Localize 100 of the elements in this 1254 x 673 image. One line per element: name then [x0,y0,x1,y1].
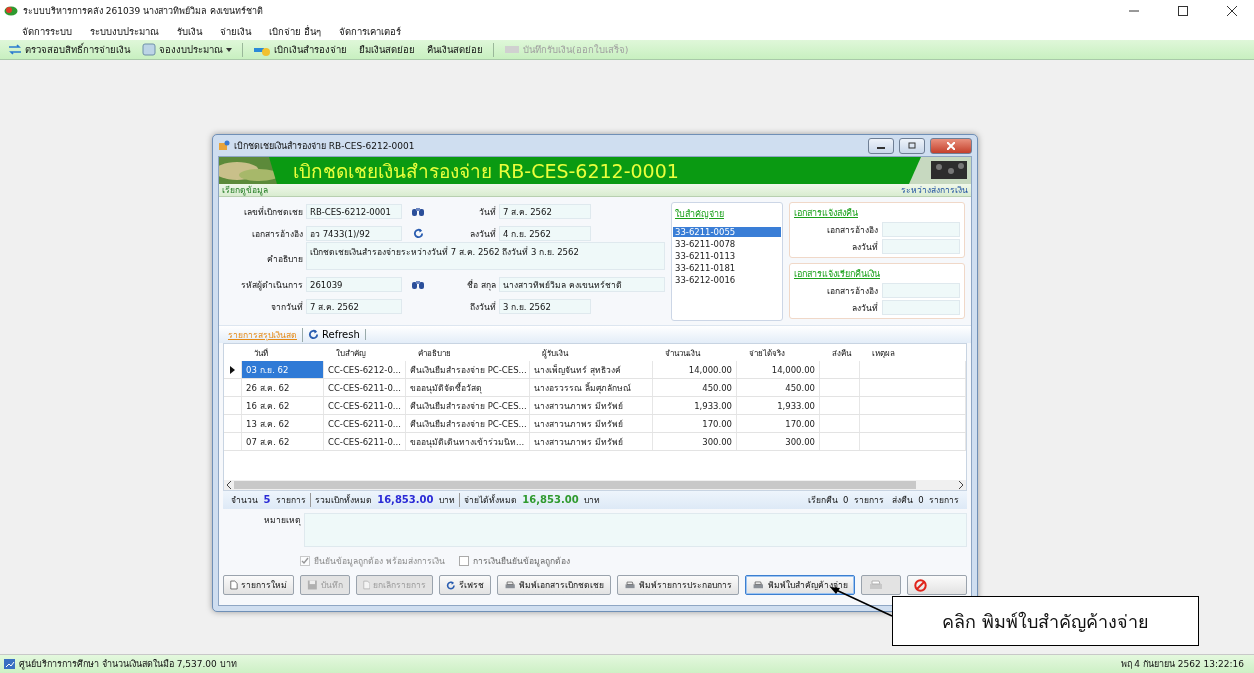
chart-icon [4,659,15,669]
panel-title[interactable]: เอกสารแจ้งเรียกคืนเงิน [794,267,960,281]
refresh-button[interactable]: Refresh [303,329,366,340]
summary-text: รวมเบิกทั้งหมด 16,853.00 บาท [310,493,460,507]
caret-icon [226,47,232,52]
binoculars-icon[interactable] [411,279,425,290]
printer-icon [504,579,517,591]
text-field[interactable]: 4 ก.ย. 2562 [499,226,591,241]
field-label: เอกสารอ้างอิง [826,223,878,237]
action-button[interactable]: พิมพ์ใบสำคัญค้างจ่าย [745,575,855,595]
field-label: ลงวันที่ [851,301,878,315]
list-item[interactable]: 33-6211-0055 [673,227,781,237]
callout-box: คลิก พิมพ์ใบสำคัญค้างจ่าย [892,596,1199,646]
action-button[interactable]: รายการใหม่ [223,575,294,595]
column-header: ส่งคืน [831,348,853,360]
text-field[interactable]: นางสาวทิพย์วิมล คงเขนทร์ชาติ [499,277,665,292]
action-button[interactable]: รีเฟรช [439,575,491,595]
maximize-icon [1178,6,1188,16]
column-header: ใบสำคัญ [335,348,367,360]
scrollbar[interactable] [224,480,966,490]
summary-text: จำนวน 5 รายการ [227,493,311,507]
table-cell: 14,000.00 [653,361,737,378]
table-cell: 1,933.00 [737,397,820,414]
text-field[interactable]: 261039 [306,277,402,292]
refresh-icon [412,228,424,239]
field-label: ลงวันที่ [851,240,878,254]
browse-link[interactable]: เรียกดูข้อมูล [222,183,268,197]
field-label: เลขที่เบิกชดเชย [243,205,303,219]
panel-title[interactable]: ใบสำคัญจ่าย [673,207,781,221]
toolbar-button[interactable]: ยืมเงินสดย่อย [357,42,417,57]
table-cell: 14,000.00 [737,361,820,378]
text-field[interactable]: 3 ก.ย. 2562 [499,299,591,314]
table-cell: CC-CES-6211-0... [324,397,406,414]
document-icon [230,579,238,591]
printer-icon [752,579,765,591]
action-button[interactable]: พิมพ์รายการประกอบการ [617,575,740,595]
form-icon [218,140,230,151]
column-header: วันที่ [253,347,269,360]
text-field[interactable] [882,300,960,315]
table-cell: นางอรวรรณ ลิ้มศุภลักษณ์ [530,379,653,396]
menu-item[interactable]: จ่ายเงิน [220,23,251,39]
menu-item[interactable]: เบิกจ่าย อื่นๆ [269,23,322,39]
menu-item[interactable]: จัดการระบบ [22,23,72,39]
field-label: รหัสผู้ดำเนินการ [240,278,303,292]
menu-item[interactable]: จัดการเคาเตอร์ [339,23,402,39]
menu-item[interactable]: รับเงิน [177,23,202,39]
column-header: จ่ายได้จริง [748,348,786,360]
table-cell: 450.00 [737,379,820,396]
close-button[interactable] [930,137,972,154]
action-button[interactable]: พิมพ์เอกสารเบิกชดเชย [497,575,612,595]
minimize-button[interactable] [868,137,894,154]
refresh-icon [308,329,319,340]
text-field[interactable] [882,239,960,254]
field-label: คำอธิบาย [266,253,303,266]
text-field[interactable]: RB-CES-6212-0001 [306,204,402,219]
dialog-title: เบิกชดเชยเงินสำรองจ่าย RB-CES-6212-0001 [234,139,416,153]
field-label: วันที่ [478,205,496,219]
list-item[interactable]: 33-6211-0113 [673,251,781,261]
text-field[interactable]: 7 ส.ค. 2562 [306,299,402,314]
panel-title[interactable]: เอกสารแจ้งส่งคืน [794,206,960,220]
binoculars-icon[interactable] [411,206,425,217]
chevron-right-icon[interactable] [958,481,964,489]
close-button[interactable] [907,575,967,595]
text-field[interactable]: 7 ส.ค. 2562 [499,204,591,219]
table-cell: CC-CES-6211-0... [324,415,406,432]
table-cell: 1,933.00 [653,397,737,414]
printer-icon [624,579,637,591]
list-item[interactable]: 33-6212-0016 [673,275,781,285]
table-cell: นางสาวนภาพร มีทรัพย์ [530,433,653,450]
close-icon [1227,6,1237,16]
text-field[interactable] [882,222,960,237]
close-icon [947,141,955,150]
window-title: ระบบบริหารการคลัง 261039 นางสาวทิพย์วิมล คงเขนทร์ชาติ [23,5,264,18]
table-cell: 07 ส.ค. 62 [242,433,324,450]
arrows-icon [8,44,22,55]
column-header: จำนวนเงิน [664,348,702,360]
table-cell: 300.00 [653,433,737,450]
table-cell: 16 ส.ค. 62 [242,397,324,414]
list-item[interactable]: 33-6211-0078 [673,239,781,249]
summary-text: ส่งคืน 0 รายการ [890,494,960,507]
toolbar-button[interactable]: จองงบประมาณ [140,42,234,57]
no-entry-icon [914,578,927,592]
row-pointer-icon [230,365,235,374]
column-header: ผู้รับเงิน [541,348,570,361]
toolbar-button[interactable]: เบิกเงินสำรองจ่าย [251,42,349,57]
document-icon [362,579,371,591]
menu-item[interactable]: ระบบงบประมาณ [90,23,159,39]
list-item[interactable]: 33-6211-0181 [673,263,781,273]
summary-text: จ่ายได้ทั้งหมด 16,853.00 บาท [462,493,602,507]
text-field[interactable] [882,283,960,298]
field-label: ชื่อ สกุล [466,278,496,292]
checkbox[interactable]: การเงินยืนยันข้อมูลถูกต้อง [458,553,570,569]
toolbar-button[interactable]: ตรวจสอบสิทธิ์การจ่ายเงิน [6,42,132,57]
app-icon [4,6,18,16]
description-field[interactable]: เบิกชดเชยเงินสำรองจ่ายระหว่างวันที่ 7 ส.ค. 2562 ถึงวันที่ 3 ก.ย. 2562 [306,242,665,270]
chevron-left-icon[interactable] [226,481,232,489]
text-field[interactable]: อว 7433(1)/92 [306,226,402,241]
status-datetime: พฤ 4 กันยายน 2562 13:22:16 [1120,658,1244,671]
toolbar-button[interactable]: คืนเงินสดย่อย [425,42,485,57]
field-label: หมายเหตุ [263,514,301,527]
